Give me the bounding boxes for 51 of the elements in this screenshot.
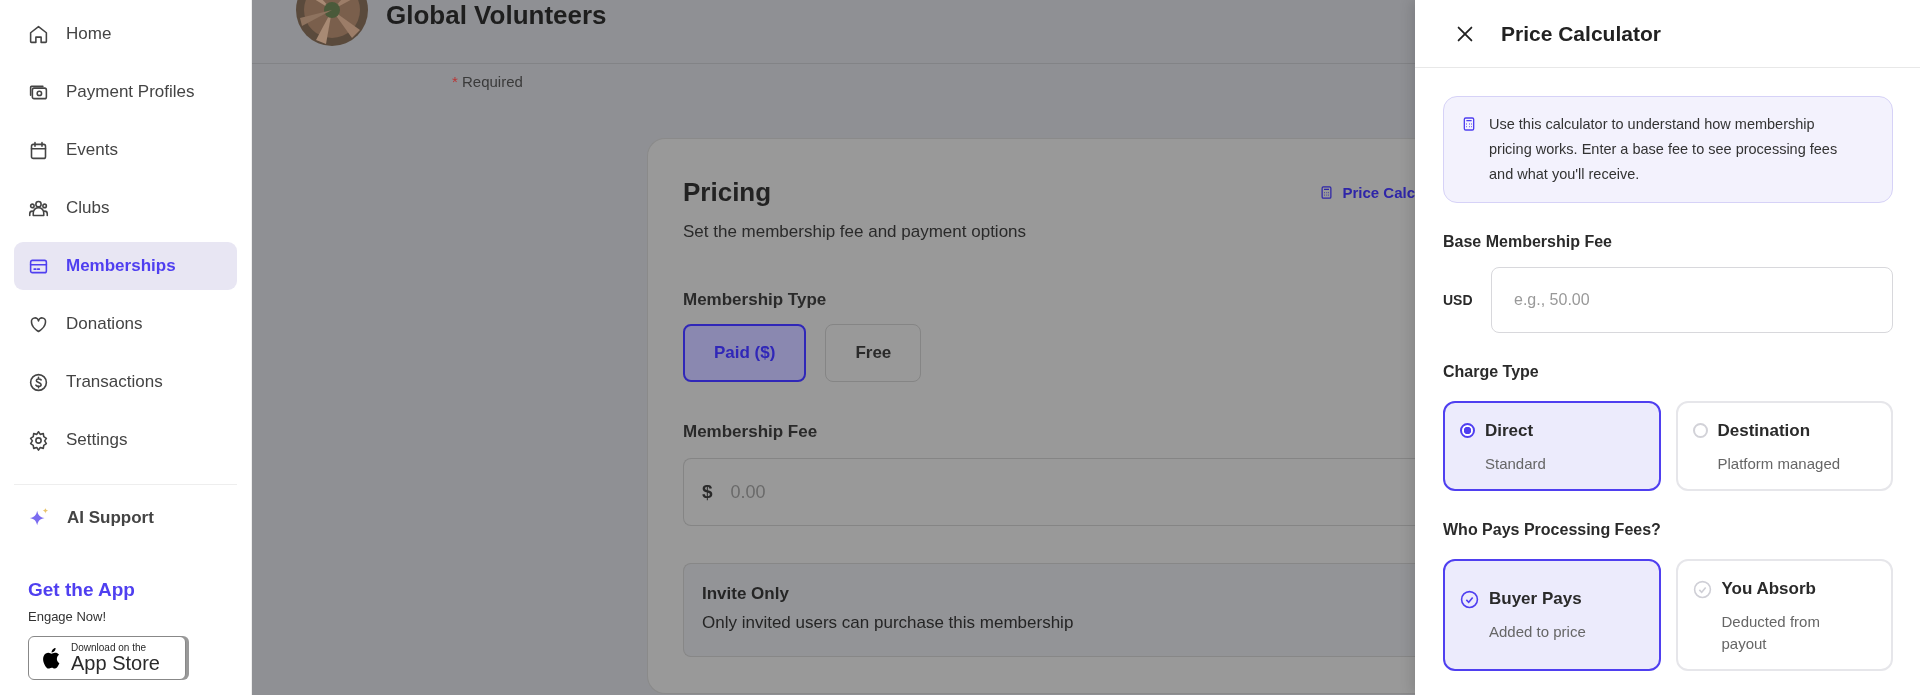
- field-label: Base Membership Fee: [1443, 233, 1613, 251]
- promo-title: Get the App: [28, 579, 136, 601]
- option-subtitle: Added to price: [1489, 622, 1587, 642]
- sidebar-item[interactable]: Memberships: [14, 242, 237, 290]
- organization-name: Global Volunteers: [386, 0, 607, 31]
- option-subtitle: Standard: [1485, 454, 1546, 474]
- app-store-badge[interactable]: Download on the App Store: [28, 636, 186, 680]
- charge-type-option[interactable]: Direct Standard: [1443, 401, 1661, 491]
- charge-type-option[interactable]: Destination Platform managed: [1675, 401, 1893, 491]
- sidebar-item[interactable]: Home: [14, 10, 237, 58]
- currency-symbol: $: [702, 481, 713, 503]
- field-label: Membership Fee: [683, 422, 819, 442]
- membership-type-option[interactable]: Free: [825, 324, 922, 382]
- option-title: Direct: [1485, 421, 1535, 441]
- sidebar-item[interactable]: Payment Profiles: [14, 68, 237, 116]
- sidebar-item[interactable]: Clubs: [14, 184, 237, 232]
- calculator-icon: [1319, 185, 1335, 200]
- ai-support-link[interactable]: AI Support: [14, 507, 168, 529]
- option-subtitle: Deducted from payout: [1721, 612, 1821, 654]
- calculator-icon: [1461, 114, 1477, 134]
- radio-button[interactable]: [1460, 423, 1475, 438]
- fee-payer-option[interactable]: Buyer Pays Added to price: [1443, 559, 1661, 671]
- option-subtitle: Platform managed: [1717, 454, 1841, 474]
- fee-payer-option[interactable]: You Absorb Deducted from payout: [1675, 559, 1893, 671]
- option-title: Destination: [1717, 421, 1812, 441]
- sidebar-item[interactable]: Events: [14, 126, 237, 174]
- sidebar-item[interactable]: Settings: [14, 416, 237, 464]
- option-title: You Absorb: [1721, 579, 1817, 599]
- field-label: Membership Type: [683, 290, 828, 310]
- promo-subtitle: Engage Now!: [28, 609, 108, 624]
- section-title: Pricing: [683, 177, 772, 208]
- home-icon: [28, 23, 49, 45]
- field-label: Who Pays Processing Fees?: [1443, 521, 1662, 539]
- badge-caption: Download on the: [71, 643, 148, 653]
- calendar-icon: [28, 139, 49, 161]
- field-label: Charge Type: [1443, 363, 1540, 381]
- base-fee-field[interactable]: e.g., 50.00: [1491, 267, 1893, 333]
- invite-title: Invite Only: [702, 584, 790, 604]
- required-note: * Required: [452, 73, 524, 90]
- invite-description: Only invited users can purchase this membership: [702, 613, 1075, 633]
- dollar-coin-icon: [28, 371, 49, 393]
- sidebar-item[interactable]: Donations: [14, 300, 237, 348]
- section-subtitle: Set the membership fee and payment options: [683, 222, 1028, 242]
- sidebar-item[interactable]: Transactions: [14, 358, 237, 406]
- option-title: Buyer Pays: [1489, 589, 1583, 609]
- price-calculator-link[interactable]: Price Calc: [1319, 184, 1415, 201]
- gear-icon: [28, 429, 49, 451]
- badge-store-name: App Store: [71, 653, 160, 673]
- panel-title: Price Calculator: [1501, 21, 1661, 46]
- currency-label: USD: [1443, 292, 1474, 308]
- info-text: Use this calculator to understand how membership pricing works. Enter a base fee to see processing fees and what you'll receive.: [1489, 115, 1839, 184]
